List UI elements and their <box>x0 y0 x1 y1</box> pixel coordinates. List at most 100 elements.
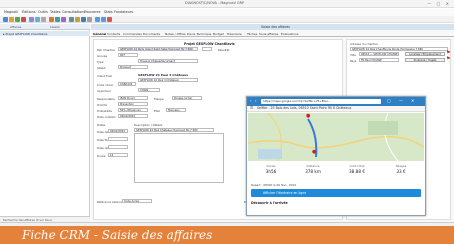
calendar-icon[interactable] <box>55 17 60 22</box>
menu-item[interactable]: Magnolli <box>4 10 18 14</box>
destination-text: Seiffer - 25 Bois des Lots, 06510 Saint … <box>257 106 352 110</box>
minimize-icon[interactable]: — <box>399 98 403 103</box>
menu-item[interactable]: Outils <box>38 10 48 14</box>
close-icon[interactable]: ✕ <box>411 98 414 103</box>
back-icon[interactable]: ‹ <box>250 98 252 103</box>
tab-sous-affaires[interactable]: Sous-affaires <box>259 32 278 36</box>
dates-label: Dates <box>97 123 106 127</box>
address-field[interactable]: GEXFLOW 24 Paul Chauffeurie Route Hermei… <box>350 47 448 51</box>
browser-bar: ‹ › https://maps.google.com/?q=Seiffer+2… <box>247 97 425 106</box>
list-column-header[interactable]: Affaires <box>10 25 21 29</box>
save-icon[interactable] <box>15 17 20 22</box>
show-route-button[interactable]: Afficher l'itinéraire en ligne <box>251 189 421 197</box>
tab-tresorerie[interactable]: Trésorerie <box>227 32 242 36</box>
settings-icon[interactable] <box>81 17 86 22</box>
search-icon[interactable] <box>35 17 40 22</box>
tab-commandes[interactable]: Commandes <box>123 32 142 36</box>
window-controls[interactable]: — ▢ ✕ <box>427 1 451 6</box>
status-field[interactable]: Prospect <box>118 65 148 69</box>
start-pin-icon: ● <box>306 113 311 119</box>
window-title: DIAGNOSTIC/NOVA - MagnusV GRP <box>185 1 245 5</box>
tab-documents[interactable]: Documents <box>143 32 160 36</box>
group-label: Groupe <box>97 54 108 58</box>
menu-item[interactable]: Stats <box>104 10 113 14</box>
open-icon[interactable] <box>9 17 14 22</box>
date-relance-field[interactable] <box>108 145 128 149</box>
probability-field[interactable]: 50% (Moyenne) <box>118 108 148 112</box>
project-title: Projet GEXFLOW Chantilavis <box>184 42 235 46</box>
etat-field[interactable]: Nouveau <box>166 108 186 112</box>
creation-date-field[interactable]: 04/02/2024 <box>118 114 148 118</box>
tab-evaluations[interactable]: Évaluations <box>281 32 298 36</box>
date-fin-field[interactable] <box>108 137 128 141</box>
tab-bar: Général Contacts Commandes Documents Not… <box>91 31 454 37</box>
tab-general[interactable]: Général <box>93 32 106 36</box>
delete-icon[interactable] <box>21 17 26 22</box>
tab-icon[interactable]: ▢ <box>387 98 391 103</box>
menu-item[interactable]: Consultations <box>62 10 85 14</box>
nav-next-icon[interactable] <box>101 17 106 22</box>
type-label: Type <box>97 60 104 64</box>
new-icon[interactable] <box>3 17 8 22</box>
affairs-list-pane: Affaires Libellé ▸ Projet GEXFLOW Chanti… <box>0 24 90 222</box>
map-overlay: ‹ › https://maps.google.com/?q=Seiffer+2… <box>246 96 426 216</box>
list-item[interactable]: ▸ Projet GEXFLOW Chantilavis <box>0 31 90 36</box>
date-fin-label: Date fin <box>97 138 109 142</box>
etat-label: Etat <box>154 109 160 113</box>
nav-prev-icon[interactable] <box>95 17 100 22</box>
tab-devis[interactable]: Devis Technique <box>187 32 211 36</box>
filter-icon[interactable] <box>41 17 46 22</box>
client-field[interactable]: GEXFLOW 24 Paul 3 Châteaux <box>138 78 198 82</box>
probability-label: Probabilité <box>97 109 112 113</box>
ref-picker[interactable] <box>202 47 212 51</box>
city-field[interactable]: 06510 — GEXFLOW CHASSE <box>359 52 399 56</box>
checkbox-label[interactable]: Résultat <box>218 48 229 52</box>
locate-button[interactable]: Localiser l'Emplacement <box>405 52 445 56</box>
mail-icon[interactable] <box>49 17 54 22</box>
menu-icon[interactable]: ☰ <box>250 106 253 110</box>
tab-contacts[interactable]: Contacts <box>107 32 120 36</box>
date-debut-field[interactable]: 04/02/2024 <box>108 129 128 133</box>
toolbar <box>0 16 454 23</box>
stat-duration: Durée 3h56 <box>265 164 277 174</box>
country-field[interactable]: FR Paul CHASSE <box>359 58 399 62</box>
priority-field[interactable]: Prévention <box>118 102 148 106</box>
itinerary-button[interactable]: Itinéraire / Trajets <box>405 58 445 62</box>
forward-icon[interactable]: › <box>255 98 257 103</box>
client-name: GEXFLOW 24 Paul 3 Châteaux <box>138 73 189 77</box>
star-icon[interactable] <box>75 17 80 22</box>
map-view[interactable]: ● ● <box>248 113 424 161</box>
destination-pin-icon: ● <box>312 149 317 155</box>
help-icon[interactable] <box>87 17 92 22</box>
ref-field[interactable]: GEXFLOW 24 Paris Grand Saint Sabe Heiroa… <box>118 47 198 51</box>
menu-item[interactable]: Éditions <box>22 10 36 14</box>
duree-field[interactable]: 14 <box>108 153 128 157</box>
tab-notes[interactable]: Notes / Offres <box>165 32 186 36</box>
report-icon[interactable] <box>61 17 66 22</box>
map-header: ☰ Seiffer - 25 Bois des Lots, 06510 Sain… <box>247 106 425 112</box>
description-field[interactable]: GEXFLOW 24 Paul Châteaux Heiroaud Tél 7 … <box>134 128 214 132</box>
tab-budget[interactable]: Budget <box>213 32 224 36</box>
equipe-field[interactable]: Pousse-rocher <box>172 96 202 100</box>
print-icon[interactable] <box>29 17 34 22</box>
menu-item[interactable]: Fondateurs <box>114 10 133 14</box>
form-title: Saisie des affaires <box>261 25 290 29</box>
description-textarea[interactable] <box>134 133 224 183</box>
type-field[interactable]: Travaux Chasse/Sécurisant <box>138 59 198 63</box>
apporteur-field[interactable]: CHAIN <box>138 88 160 92</box>
client-code-field[interactable]: COBA124 <box>118 82 136 86</box>
menu-item[interactable]: Tables <box>50 10 61 14</box>
external-ref-field[interactable]: Code Accès <box>122 199 152 203</box>
close-record-icon[interactable] <box>107 17 112 22</box>
stat-tolls: Péages 33 € <box>395 164 407 174</box>
route-departure: Départ : 08h00 le 06 févr., 2024 <box>251 183 296 187</box>
group-field[interactable]: R07 <box>118 53 138 57</box>
creation-date-label: Date création <box>97 115 116 119</box>
list-column-header[interactable]: Libellé <box>50 25 60 29</box>
responsable-field[interactable]: JEAN Pouvil <box>118 96 148 100</box>
refresh-icon[interactable] <box>69 17 74 22</box>
tab-taches[interactable]: Tâches <box>247 32 257 36</box>
url-bar[interactable]: https://maps.google.com/?q=Seiffer+25+Bo… <box>261 99 381 104</box>
map-pin-icon: ⚑ <box>446 56 451 62</box>
menu-item[interactable]: Trouverez <box>84 10 100 14</box>
